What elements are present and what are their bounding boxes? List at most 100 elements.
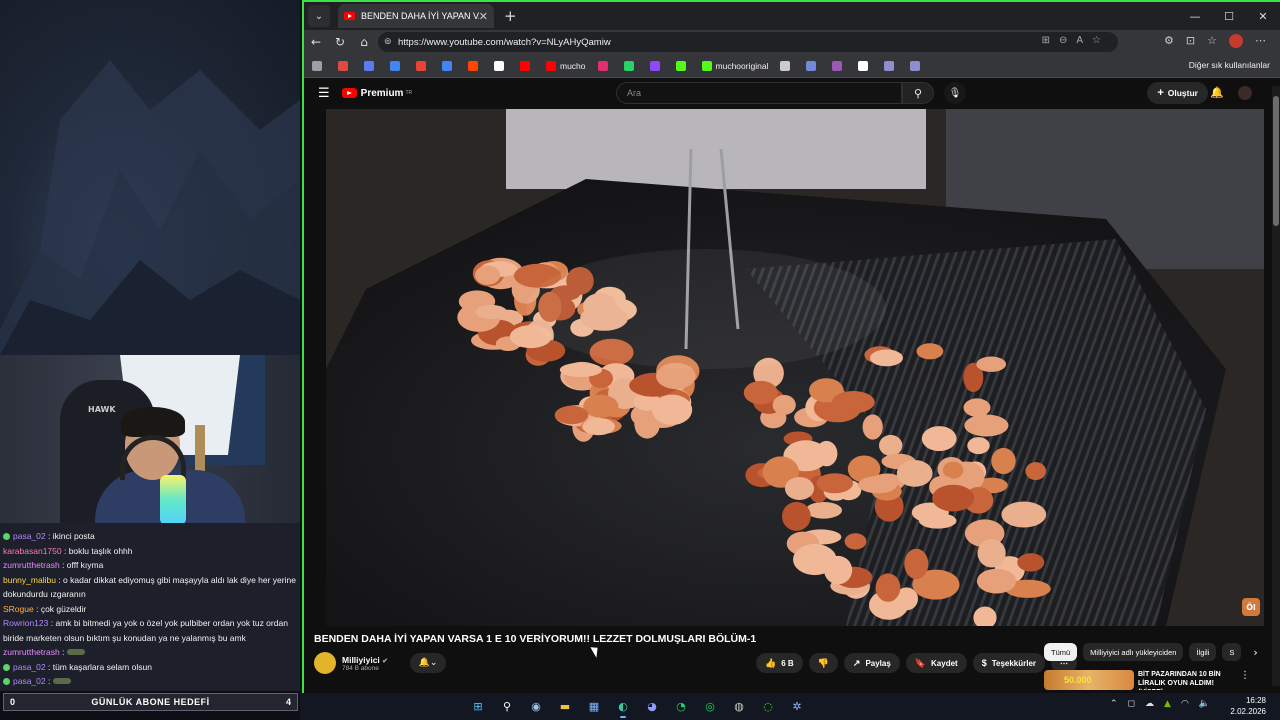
back-button[interactable]: ← [304,35,328,49]
bookmark-item[interactable] [520,60,534,71]
bookmark-item[interactable] [884,60,898,71]
share-icon: ↗ [852,657,861,668]
dislike-button[interactable]: 👎 [808,653,838,673]
bookmark-item[interactable] [780,60,794,71]
bookmark-item[interactable] [468,60,482,71]
close-tab-icon[interactable]: ✕ [479,10,488,23]
other-bookmarks-button[interactable]: Diğer sık kullanılanlar [1189,60,1270,70]
whatsapp-icon[interactable]: ◔ [671,696,691,716]
notifications-icon[interactable]: 🔔 [1210,86,1224,99]
bookmark-item[interactable] [338,60,352,71]
maximize-button[interactable]: ☐ [1212,2,1246,30]
close-window-button[interactable]: ✕ [1246,2,1280,30]
app-icon[interactable]: ◌ [758,696,778,716]
favorites-icon[interactable]: ☆ [1207,34,1217,48]
thanks-icon: $ [981,658,987,668]
bookmark-favicon-icon [494,60,504,71]
chips-next-icon[interactable]: › [1253,646,1257,659]
bookmark-item[interactable]: muchooriginal [701,60,768,71]
volume-icon[interactable]: 🔈 [1199,699,1210,709]
create-button[interactable]: + Oluştur [1147,82,1208,104]
spotify-icon[interactable]: ◎ [700,696,720,716]
video-player[interactable]: Öl [326,109,1264,626]
chicken-piece [870,349,903,367]
address-action-icons[interactable]: ⊞⊖A☆ [1042,35,1110,46]
recommended-more-icon[interactable]: ⋮ [1240,670,1250,690]
bookmark-item[interactable] [442,60,456,71]
like-button[interactable]: 👍 6 B [756,653,803,673]
chicken-piece [816,473,854,494]
bookmark-item[interactable] [858,60,872,71]
wifi-icon[interactable]: ◠ [1181,699,1189,709]
chicken-piece [652,394,693,425]
subscription-bell-button[interactable]: 🔔⌄ [410,653,447,673]
page-scrollbar[interactable] [1272,86,1280,686]
recommended-video[interactable]: 50.000 BİT PAZARINDAN 10 BİN LİRALIK OYU… [1044,670,1250,690]
search-input[interactable]: Ara [616,82,902,104]
settings-app-icon[interactable]: ✲ [787,696,807,716]
channel-name[interactable]: Milliyiyici ✔ [342,655,388,665]
refresh-button[interactable]: ↻ [328,35,352,49]
bookmark-item[interactable] [416,60,430,71]
start-icon[interactable]: ⊞ [468,696,488,716]
channel-avatar[interactable] [314,652,336,674]
chat-username: SRogue [3,603,34,614]
bookmark-item[interactable] [832,60,846,71]
bookmark-item[interactable] [649,60,664,71]
tray-expand-icon[interactable]: ⌃ [1110,699,1118,709]
chicken-piece [879,434,903,456]
filter-chip[interactable]: Tümü [1044,643,1078,661]
tab-youtube[interactable]: BENDEN DAHA İYİ YAPAN VARSA ✕ [338,4,494,28]
minimize-button[interactable]: — [1178,2,1212,30]
filter-chip[interactable]: Milliyiyici adlı yükleyiciden [1083,643,1184,661]
hamburger-menu-icon[interactable]: ☰ [318,86,330,101]
address-input[interactable]: ⊜ https://www.youtube.com/watch?v=NLyAHy… [378,32,1118,52]
bookmark-favicon-icon [597,60,608,71]
steam-icon[interactable]: ◉ [526,696,546,716]
voice-search-icon[interactable]: 🎙 [944,82,966,104]
profile-icon[interactable] [1229,34,1243,48]
bookmark-item[interactable] [494,60,508,71]
file-explorer-icon[interactable]: ▬ [555,696,575,716]
bookmark-item[interactable] [364,60,378,71]
recommended-title[interactable]: BİT PAZARINDAN 10 BİN LİRALIK OYUN ALDIM… [1138,670,1228,690]
more-menu-icon[interactable]: ⋯ [1255,34,1266,48]
new-tab-button[interactable]: + [504,7,517,25]
extension-icon[interactable]: ⚙ [1164,34,1174,48]
obs-icon[interactable]: ◍ [729,696,749,716]
recommended-thumbnail[interactable]: 50.000 [1044,670,1134,690]
bookmark-item[interactable] [910,60,924,71]
filter-chip[interactable]: İlgili [1189,643,1217,661]
youtube-logo[interactable]: Premium TR [341,88,412,99]
discord-icon[interactable]: ◕ [642,696,662,716]
bookmark-item[interactable] [312,60,326,71]
chicken-piece [862,414,883,440]
clock[interactable]: 16:28 2.02.2026 [1230,695,1266,717]
edge-icon[interactable]: ◐ [613,696,633,718]
store-icon[interactable]: ▦ [584,696,604,716]
collections-icon[interactable]: ⊡ [1186,34,1195,48]
filter-chip[interactable]: S [1222,643,1242,661]
nvidia-icon[interactable]: ▲ [1164,699,1171,709]
search-icon[interactable]: ⚲ [497,696,517,716]
chat-username: pasa_02 [13,676,46,686]
tab-actions-button[interactable]: ⌄ [308,5,330,27]
cloud-icon[interactable]: ☁ [1145,699,1154,709]
search-button[interactable]: ⚲ [902,82,934,104]
bookmark-item[interactable] [623,60,638,71]
bookmark-item[interactable] [597,60,612,71]
account-avatar[interactable] [1238,86,1252,100]
bookmark-item[interactable] [806,60,820,71]
youtube-header: ☰ Premium TR Ara ⚲ 🎙 + Oluştur 🔔 [304,78,1280,108]
bookmark-item[interactable] [390,60,404,71]
thanks-button[interactable]: $ Teşekkürler [972,653,1046,673]
home-button[interactable]: ⌂ [352,35,376,49]
tray-app-icon[interactable]: ◻ [1128,699,1135,709]
share-button[interactable]: ↗ Paylaş [843,653,900,673]
site-info-icon[interactable]: ⊜ [384,36,392,47]
bookmark-item[interactable]: mucho [546,60,586,71]
save-button[interactable]: 🔖 Kaydet [905,653,967,673]
chat-message: SRogue : çok güzeldir [3,603,87,614]
bookmark-item[interactable] [675,60,690,71]
scrollbar-thumb[interactable] [1273,96,1279,226]
